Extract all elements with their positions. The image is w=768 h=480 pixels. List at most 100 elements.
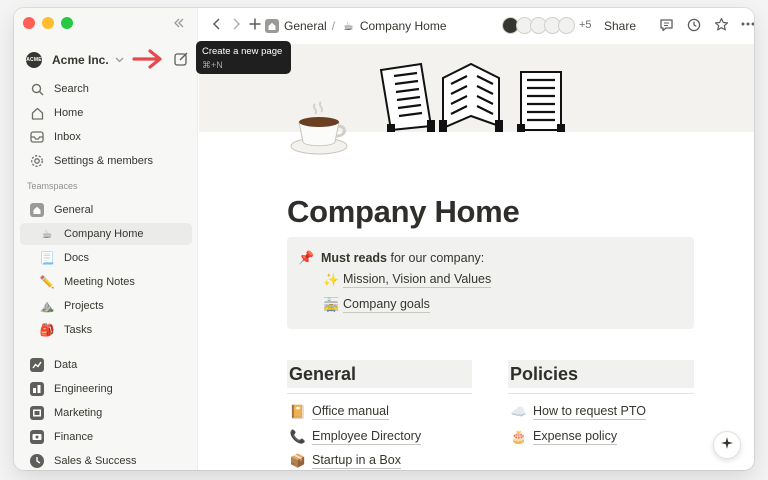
data-icon (28, 358, 46, 372)
link-company-goals[interactable]: 🚋 Company goals (323, 297, 430, 313)
cloud-icon: ☁️ (510, 404, 528, 419)
sidebar-item-company-home[interactable]: ☕ Company Home (20, 223, 192, 245)
sidebar-item-label: Data (54, 359, 78, 371)
coffee-icon: ☕ (41, 227, 53, 241)
sidebar-item-data[interactable]: Data (20, 354, 192, 376)
link-label: Office manual (312, 404, 389, 420)
breadcrumb-company-home[interactable]: Company Home (360, 19, 447, 33)
sidebar-item-label: Meeting Notes (64, 276, 135, 288)
sidebar-item-label: Inbox (54, 131, 81, 143)
sidebar-item-sales[interactable]: Sales & Success (20, 450, 192, 470)
plus-icon[interactable] (248, 17, 262, 34)
link-startup-in-a-box[interactable]: 📦 Startup in a Box (289, 453, 401, 469)
sidebar-item-label: Finance (54, 431, 94, 443)
sidebar-item-label: Home (54, 107, 84, 119)
sidebar-item-search[interactable]: Search (20, 78, 192, 100)
sidebar-item-docs[interactable]: 📃 Docs (20, 247, 192, 269)
teamspaces-section-label: Teamspaces (27, 181, 78, 191)
sidebar-item-meeting-notes[interactable]: ✏️ Meeting Notes (20, 271, 192, 293)
sidebar-item-engineering[interactable]: Engineering (20, 378, 192, 400)
notebook-icon: 📔 (289, 404, 307, 419)
callout-bold-text: Must reads (321, 251, 387, 265)
new-page-icon[interactable] (172, 50, 190, 68)
general-heading[interactable]: General (287, 360, 472, 388)
policies-heading[interactable]: Policies (508, 360, 694, 388)
forward-icon[interactable] (231, 17, 241, 34)
sidebar-item-inbox[interactable]: Inbox (20, 126, 192, 148)
page-icon: 📃 (39, 251, 55, 265)
sidebar-item-label: Projects (64, 300, 104, 312)
sparkles-icon: ✨ (323, 272, 340, 287)
sidebar-item-marketing[interactable]: Marketing (20, 402, 192, 424)
workspace-name: Acme Inc. (52, 53, 109, 67)
tooltip-shortcut: ⌘+N (202, 60, 223, 70)
chevron-down-icon (115, 55, 124, 66)
link-expense-policy[interactable]: 🎂 Expense policy (510, 429, 618, 445)
sidebar-item-projects[interactable]: ⛰️ Projects (20, 295, 192, 317)
sidebar-item-general[interactable]: General (20, 199, 192, 221)
cake-icon: 🎂 (510, 429, 528, 444)
topbar: General / ☕ Company Home +5 Share (199, 8, 754, 44)
callout-text: for our company: (387, 251, 485, 265)
house-icon (265, 19, 279, 33)
clock-icon[interactable] (687, 18, 701, 35)
pencil-icon: ✏️ (39, 275, 55, 289)
sidebar-item-tasks[interactable]: 🎒 Tasks (20, 319, 192, 341)
link-label: Startup in a Box (312, 453, 401, 469)
breadcrumb-general[interactable]: General (284, 19, 327, 33)
sidebar-item-home[interactable]: Home (20, 102, 192, 124)
window-controls (23, 17, 73, 29)
more-icon[interactable] (740, 17, 754, 34)
sidebar: ACME Acme Inc. Search Home Inbox Setting… (14, 8, 198, 470)
link-request-pto[interactable]: ☁️ How to request PTO (510, 404, 647, 420)
collapse-sidebar-icon[interactable] (172, 16, 186, 34)
phone-icon: 📞 (289, 429, 307, 444)
link-label: How to request PTO (533, 404, 647, 420)
star-icon[interactable] (714, 17, 729, 35)
workspace-switcher[interactable]: ACME Acme Inc. (26, 51, 124, 69)
backpack-icon: 🎒 (39, 323, 55, 337)
minimize-window-button[interactable] (42, 17, 54, 29)
mountain-icon: ⛰️ (39, 299, 55, 313)
divider (287, 393, 472, 394)
marketing-icon (28, 406, 46, 420)
finance-icon (28, 430, 46, 444)
link-employee-directory[interactable]: 📞 Employee Directory (289, 429, 422, 445)
home-icon (28, 107, 46, 120)
page-title[interactable]: Company Home (287, 194, 520, 230)
viewer-avatars[interactable] (502, 17, 575, 34)
app-window: ACME Acme Inc. Search Home Inbox Setting… (14, 8, 754, 470)
workspace-logo: ACME (26, 52, 42, 68)
inbox-icon (28, 131, 46, 143)
sidebar-item-label: Docs (64, 252, 90, 264)
sidebar-item-label: General (54, 204, 94, 216)
avatar (558, 17, 575, 34)
sidebar-item-label: Company Home (64, 228, 144, 240)
house-icon (28, 203, 46, 217)
pushpin-icon: 📌 (298, 250, 315, 265)
comment-icon[interactable] (659, 18, 674, 35)
ai-assistant-button[interactable] (713, 431, 741, 459)
extra-viewers-count[interactable]: +5 (579, 19, 592, 31)
gear-icon (28, 154, 46, 168)
sidebar-item-label: Sales & Success (54, 455, 137, 467)
link-label: Employee Directory (312, 429, 422, 445)
divider (508, 393, 694, 394)
callout-heading: 📌 Must reads for our company: (298, 250, 484, 266)
link-label: Company goals (343, 297, 430, 313)
search-icon (28, 83, 46, 96)
sidebar-item-settings[interactable]: Settings & members (20, 150, 192, 172)
red-arrow-icon (132, 48, 166, 75)
close-window-button[interactable] (23, 17, 35, 29)
share-button[interactable]: Share (604, 19, 636, 33)
sidebar-item-finance[interactable]: Finance (20, 426, 192, 448)
sparkle-icon (720, 436, 734, 455)
link-mission-vision-values[interactable]: ✨ Mission, Vision and Values (323, 272, 492, 288)
maximize-window-button[interactable] (61, 17, 73, 29)
sidebar-item-label: Tasks (64, 324, 93, 336)
coffee-cup-icon[interactable] (287, 100, 351, 156)
link-office-manual[interactable]: 📔 Office manual (289, 404, 389, 420)
sales-icon (28, 454, 46, 468)
back-icon[interactable] (212, 17, 222, 34)
link-label: Expense policy (533, 429, 618, 445)
